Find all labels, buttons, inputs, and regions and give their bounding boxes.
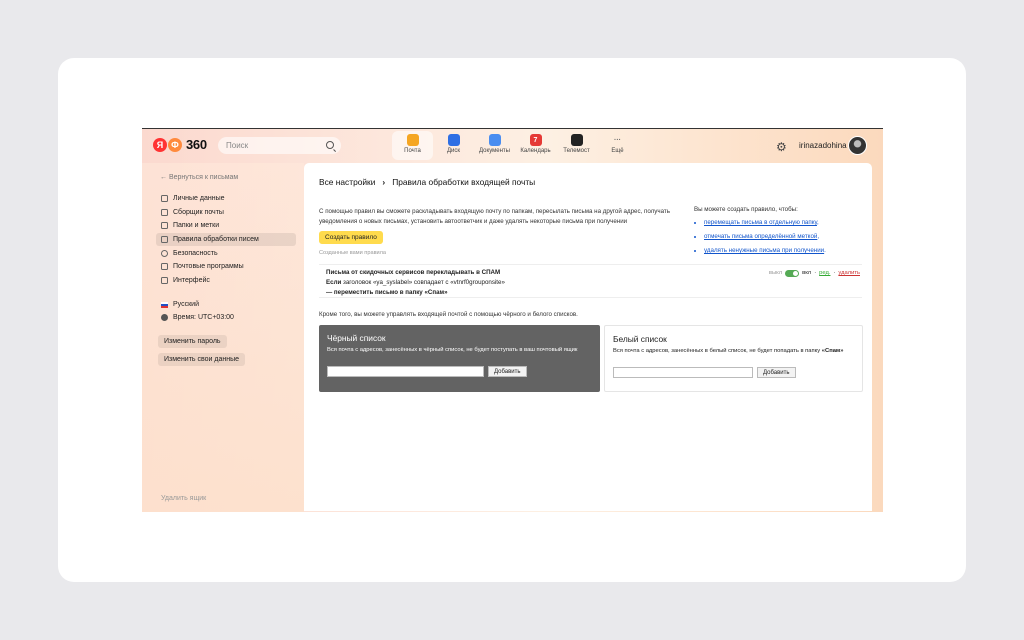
sidebar-item-icon [161, 263, 168, 271]
app-icon: 7 [529, 134, 542, 146]
lists-intro-text: Кроме того, вы можете управлять входящей… [319, 311, 578, 318]
whitelist-panel: Белый список Вся почта с адресов, занесё… [604, 325, 863, 392]
settings-nav: Личные данные Сборщик почты Папки и метки П… [156, 192, 296, 287]
mail-settings-window: Я Ф 360 Поиск Почта Диск Документы 7 Календа… [142, 128, 883, 512]
app-0[interactable]: Почта [392, 131, 433, 160]
app-4[interactable]: Телемост [556, 131, 597, 160]
blacklist-add-button[interactable]: Добавить [488, 366, 527, 377]
app-1[interactable]: Диск [433, 131, 474, 160]
app-label: Ещё [611, 148, 624, 154]
breadcrumb: Все настройки › Правила обработки входящ… [319, 177, 535, 187]
sidebar-item-label: Почтовые программы [173, 263, 244, 271]
breadcrumb-all-settings[interactable]: Все настройки [319, 177, 375, 187]
timezone-selector[interactable]: Время: UTC+03:00 [161, 314, 234, 321]
username[interactable]: irinazadohina [799, 141, 847, 150]
back-to-mail-link[interactable]: ← Вернуться к письмам [160, 174, 238, 181]
change-password-button[interactable]: Изменить пароль [158, 335, 227, 348]
rule-idea-link[interactable]: отмечать письма определённой меткой [704, 233, 817, 240]
rule-idea-item: отмечать письма определённой меткой, [704, 233, 869, 240]
rule-action: — переместить письмо в папку «Спам» [326, 289, 448, 296]
created-rules-label: Созданные вами правила [319, 250, 387, 256]
gear-icon[interactable]: ⚙ [776, 140, 787, 154]
app-label: Телемост [563, 148, 590, 154]
sidebar-item-4[interactable]: Безопасность [156, 246, 296, 260]
sidebar-item-label: Правила обработки писем [173, 236, 259, 244]
app-icon [406, 134, 419, 146]
app-switcher: Почта Диск Документы 7 Календарь Телемост ··· Е… [392, 131, 638, 160]
yandex-360-logo[interactable]: Я Ф 360 [153, 137, 207, 152]
search-input[interactable]: Поиск [218, 137, 341, 154]
rule-idea-item: перемещать письма в отдельную папку, [704, 219, 869, 226]
sidebar-item-1[interactable]: Сборщик почты [156, 206, 296, 220]
sidebar-item-label: Личные данные [173, 195, 225, 203]
blacklist-email-input[interactable] [327, 366, 484, 377]
sidebar-item-icon [161, 276, 168, 284]
app-label: Календарь [520, 148, 551, 154]
rule-ideas-heading: Вы можете создать правило, чтобы: [694, 206, 798, 213]
rule-idea-link[interactable]: перемещать письма в отдельную папку [704, 219, 817, 226]
blacklist-title: Чёрный список [327, 333, 386, 343]
top-header: Я Ф 360 Поиск Почта Диск Документы 7 Календа… [142, 129, 883, 163]
app-5[interactable]: ··· Ещё [597, 131, 638, 160]
sidebar-item-icon [161, 208, 168, 216]
sidebar-item-2[interactable]: Папки и метки [156, 219, 296, 233]
whitelist-description: Вся почта с адресов, занесённых в белый … [613, 348, 844, 354]
blacklist-description: Вся почта с адресов, занесённых в чёрный… [327, 347, 578, 353]
whitelist-add-button[interactable]: Добавить [757, 367, 796, 378]
rule-controls: выкл вкл · ред. · удалить [768, 268, 860, 278]
sidebar-item-label: Папки и метки [173, 222, 220, 230]
app-label: Почта [404, 148, 421, 154]
sidebar-item-icon [161, 236, 168, 244]
sidebar-item-label: Безопасность [173, 249, 218, 257]
sidebar-item-icon [161, 222, 168, 230]
sidebar-item-icon [161, 249, 168, 257]
app-2[interactable]: Документы [474, 131, 515, 160]
rule-on-label: вкл [802, 270, 812, 276]
search-icon[interactable] [326, 141, 334, 149]
page-title: Правила обработки входящей почты [392, 177, 536, 187]
app-icon [447, 134, 460, 146]
avatar[interactable] [848, 136, 867, 155]
language-selector[interactable]: Русский [161, 301, 199, 308]
russia-flag-icon [161, 301, 168, 308]
blacklist-panel: Чёрный список Вся почта с адресов, занес… [319, 325, 600, 392]
rule-condition: Если заголовок «ya_syslabel» совпадает с… [326, 279, 505, 286]
app-icon: ··· [614, 136, 621, 144]
breadcrumb-separator: › [382, 177, 386, 187]
whitelist-title: Белый список [613, 334, 667, 344]
rules-intro-text: С помощью правил вы сможете раскладывать… [319, 208, 670, 225]
rule-item[interactable]: Письма от скидочных сервисов перекладыва… [319, 264, 862, 298]
sidebar-item-3[interactable]: Правила обработки писем [156, 232, 296, 247]
settings-sidebar: ← Вернуться к письмам Личные данные Сборщ… [142, 163, 304, 512]
rule-idea-link[interactable]: удалять ненужные письма при получении [704, 247, 824, 254]
rule-idea-item: удалять ненужные письма при получении. [704, 247, 869, 254]
rule-delete-link[interactable]: удалить [838, 268, 860, 278]
app-icon [570, 134, 583, 146]
rule-edit-link[interactable]: ред. [819, 268, 830, 278]
app-icon [488, 134, 501, 146]
rule-ideas-panel: Вы можете создать правило, чтобы: переме… [694, 206, 869, 261]
app-label: Диск [446, 148, 461, 154]
change-data-button[interactable]: Изменить свои данные [158, 353, 246, 366]
settings-main-panel: Все настройки › Правила обработки входящ… [304, 163, 872, 511]
delete-mailbox-link[interactable]: Удалить ящик [161, 495, 206, 502]
rule-off-label: выкл [768, 270, 783, 276]
sidebar-item-label: Сборщик почты [173, 208, 224, 216]
sidebar-item-6[interactable]: Интерфейс [156, 274, 296, 288]
sidebar-item-label: Интерфейс [173, 276, 210, 284]
rule-ideas-list: перемещать письма в отдельную папку, отме… [704, 219, 869, 254]
app-3[interactable]: 7 Календарь [515, 131, 556, 160]
sidebar-item-5[interactable]: Почтовые программы [156, 260, 296, 274]
clock-icon [161, 314, 168, 321]
rule-enable-toggle[interactable] [785, 269, 800, 277]
sidebar-item-0[interactable]: Личные данные [156, 192, 296, 206]
whitelist-email-input[interactable] [613, 367, 753, 378]
create-rule-button[interactable]: Создать правило [319, 231, 383, 244]
sidebar-item-icon [161, 195, 168, 203]
app-label: Документы [479, 148, 510, 154]
search-placeholder: Поиск [226, 141, 249, 150]
